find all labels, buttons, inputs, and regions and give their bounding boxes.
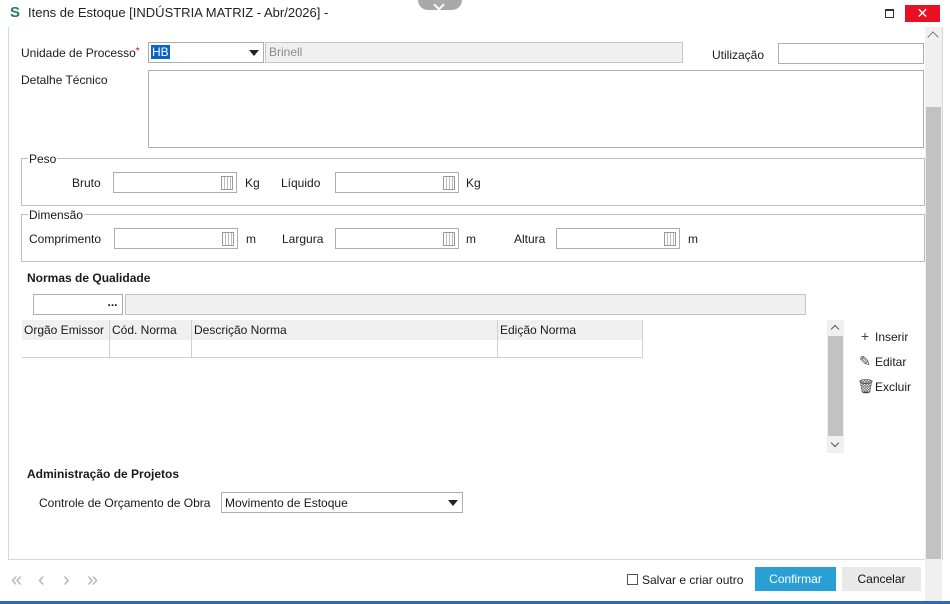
- excluir-label: Excluir: [875, 380, 912, 394]
- scrollbar-thumb[interactable]: [926, 107, 941, 559]
- chevron-down-icon[interactable]: [830, 438, 840, 448]
- footer-scrollbar: [925, 560, 942, 601]
- unidade-processo-select[interactable]: HB: [148, 42, 264, 63]
- altura-unit: m: [688, 232, 698, 246]
- altura-input[interactable]: [556, 228, 680, 249]
- trash-icon: 🗑: [857, 378, 875, 394]
- grid-scrollbar-thumb[interactable]: [828, 336, 843, 436]
- liquido-input[interactable]: [335, 172, 459, 193]
- bruto-unit: Kg: [245, 176, 260, 190]
- calculator-icon[interactable]: [222, 232, 234, 246]
- grid-row-divider: [22, 357, 643, 358]
- calculator-icon[interactable]: [443, 232, 455, 246]
- previous-record-icon[interactable]: ‹: [38, 569, 45, 592]
- calculator-icon[interactable]: [221, 176, 233, 190]
- last-record-icon[interactable]: »: [87, 569, 98, 592]
- confirmar-button[interactable]: Confirmar: [755, 567, 836, 591]
- grid-column[interactable]: Descrição Norma: [192, 320, 498, 358]
- controle-orcamento-select[interactable]: Movimento de Estoque: [221, 492, 463, 513]
- cancelar-button[interactable]: Cancelar: [842, 567, 921, 591]
- inserir-label: Inserir: [875, 330, 909, 344]
- largura-input[interactable]: [335, 228, 459, 249]
- comprimento-unit: m: [246, 232, 256, 246]
- norma-lookup-button[interactable]: ...: [104, 295, 121, 314]
- salvar-criar-outro-label[interactable]: Salvar e criar outro: [642, 573, 743, 587]
- grid-column[interactable]: Cód. Norma: [110, 320, 192, 358]
- comprimento-input[interactable]: [114, 228, 238, 249]
- next-record-icon[interactable]: ›: [63, 569, 70, 592]
- comprimento-label: Comprimento: [29, 232, 102, 246]
- column-header-orgao[interactable]: Orgão Emissor: [24, 323, 104, 337]
- column-header-descricao[interactable]: Descrição Norma: [194, 323, 287, 337]
- calculator-icon[interactable]: [443, 176, 455, 190]
- excluir-button[interactable]: 🗑Excluir: [857, 378, 911, 395]
- window-title: Itens de Estoque [INDÚSTRIA MATRIZ - Abr…: [28, 5, 329, 20]
- unidade-processo-description: Brinell: [265, 42, 683, 63]
- unidade-processo-value: HB: [151, 45, 170, 59]
- editar-label: Editar: [875, 355, 907, 369]
- normas-grid: Orgão Emissor Cód. Norma Descrição Norma…: [22, 320, 643, 358]
- liquido-label: Líquido: [281, 176, 321, 190]
- utilizacao-input[interactable]: [778, 43, 924, 64]
- utilizacao-label: Utilização: [712, 48, 765, 62]
- edit-document-icon: ✎: [859, 353, 871, 369]
- form-scrollbar[interactable]: [925, 27, 942, 560]
- dropdown-arrow-icon[interactable]: [448, 500, 458, 506]
- plus-icon: +: [860, 328, 870, 344]
- grid-column[interactable]: Orgão Emissor: [22, 320, 110, 358]
- close-button[interactable]: ✕: [905, 5, 940, 22]
- chevron-up-icon[interactable]: [830, 324, 840, 334]
- controle-orcamento-label: Controle de Orçamento de Obra: [39, 496, 211, 510]
- first-record-icon[interactable]: «: [11, 569, 22, 592]
- largura-unit: m: [466, 232, 476, 246]
- grid-column[interactable]: Edição Norma: [498, 320, 643, 358]
- calculator-icon[interactable]: [664, 232, 676, 246]
- editar-button[interactable]: ✎ Editar: [857, 353, 906, 370]
- app-logo-icon: S: [9, 4, 20, 21]
- largura-label: Largura: [282, 232, 324, 246]
- maximize-button[interactable]: [880, 6, 898, 20]
- chevron-up-icon[interactable]: [927, 31, 939, 43]
- projetos-title: Administração de Projetos: [27, 467, 180, 481]
- controle-orcamento-value: Movimento de Estoque: [225, 496, 348, 510]
- column-header-cod-norma[interactable]: Cód. Norma: [112, 323, 177, 337]
- dropdown-arrow-icon[interactable]: [249, 50, 259, 56]
- detalhe-tecnico-textarea[interactable]: [148, 70, 924, 148]
- norma-description: [125, 294, 806, 315]
- dimensao-title: Dimensão: [28, 208, 85, 222]
- inserir-button[interactable]: + Inserir: [857, 328, 908, 344]
- grid-scrollbar[interactable]: [827, 320, 844, 453]
- altura-label: Altura: [514, 232, 546, 246]
- collapse-toggle[interactable]: [418, 0, 462, 10]
- peso-title: Peso: [28, 152, 58, 166]
- bruto-label: Bruto: [72, 176, 101, 190]
- normas-title: Normas de Qualidade: [27, 271, 151, 285]
- unidade-processo-label: Unidade de Processo*: [21, 46, 140, 60]
- column-header-edicao[interactable]: Edição Norma: [500, 323, 576, 337]
- bruto-input[interactable]: [113, 172, 237, 193]
- salvar-criar-outro-checkbox[interactable]: [627, 574, 638, 585]
- detalhe-tecnico-label: Detalhe Técnico: [21, 73, 108, 87]
- liquido-unit: Kg: [466, 176, 481, 190]
